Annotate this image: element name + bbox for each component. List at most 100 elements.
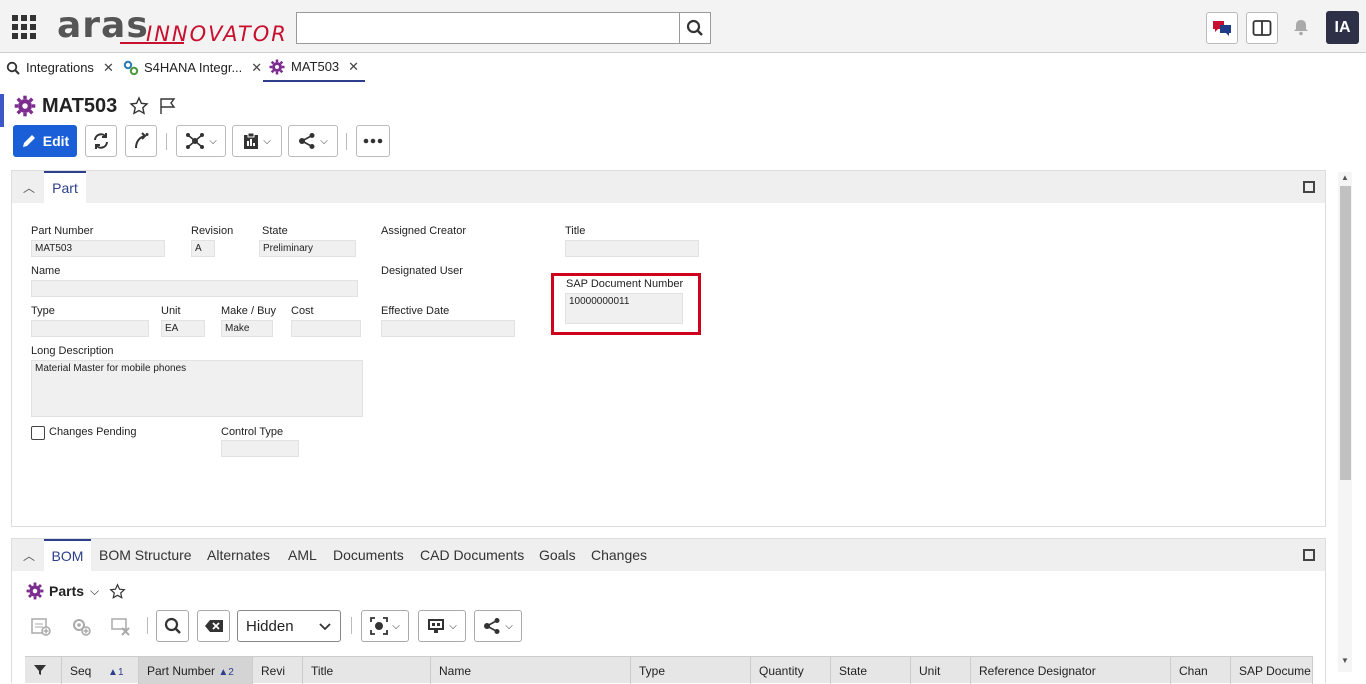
gear-icon bbox=[269, 59, 285, 74]
control-type-field[interactable] bbox=[221, 440, 299, 457]
search-mode-value: Hidden bbox=[246, 617, 294, 635]
column-unit[interactable]: Unit bbox=[911, 657, 971, 684]
control-type-label: Control Type bbox=[221, 426, 284, 438]
search-grid-button[interactable] bbox=[156, 610, 189, 642]
scroll-down-arrow[interactable]: ▼ bbox=[1341, 656, 1349, 665]
promote-icon bbox=[135, 132, 149, 149]
collapse-icon[interactable]: ︿ bbox=[23, 547, 35, 564]
chat-button[interactable] bbox=[1206, 12, 1238, 44]
maximize-icon[interactable] bbox=[1303, 549, 1315, 561]
split-view-button[interactable] bbox=[1246, 12, 1278, 44]
app-menu-icon[interactable] bbox=[12, 15, 36, 39]
share-menu-button[interactable]: ⌵ bbox=[288, 125, 338, 157]
column-sap-document[interactable]: SAP Docume bbox=[1231, 657, 1313, 684]
type-field[interactable] bbox=[31, 320, 149, 337]
display-options-button[interactable]: ⌵ bbox=[418, 610, 466, 642]
search-icon bbox=[686, 19, 703, 36]
more-actions-button[interactable] bbox=[356, 125, 390, 157]
tab-aml[interactable]: AML bbox=[288, 539, 317, 571]
tab-label: Integrations bbox=[26, 60, 94, 75]
tab-changes[interactable]: Changes bbox=[591, 539, 647, 571]
column-part-number[interactable]: Part Number ▲2 bbox=[139, 657, 253, 684]
tab-alternates[interactable]: Alternates bbox=[207, 539, 270, 571]
clipboard-icon bbox=[244, 132, 259, 149]
maximize-icon[interactable] bbox=[1303, 181, 1315, 193]
column-state[interactable]: State bbox=[831, 657, 911, 684]
tab-label: MAT503 bbox=[291, 59, 340, 74]
changes-pending-checkbox[interactable] bbox=[31, 426, 45, 440]
cost-label: Cost bbox=[291, 305, 314, 317]
column-name[interactable]: Name bbox=[431, 657, 631, 684]
tab-part[interactable]: Part bbox=[44, 171, 86, 203]
tab-bom[interactable]: BOM bbox=[44, 539, 91, 571]
column-reference-designator[interactable]: Reference Designator bbox=[971, 657, 1171, 684]
lifecycle-button[interactable] bbox=[125, 125, 157, 157]
search-button[interactable] bbox=[679, 12, 711, 44]
clear-search-button[interactable] bbox=[197, 610, 230, 642]
search-mode-select[interactable]: Hidden bbox=[237, 610, 341, 642]
gear-icon bbox=[14, 95, 36, 117]
chevron-down-icon bbox=[319, 623, 331, 631]
edit-button[interactable]: Edit bbox=[13, 125, 77, 157]
scroll-up-arrow[interactable]: ▲ bbox=[1341, 173, 1349, 182]
part-number-field[interactable]: MAT503 bbox=[31, 240, 165, 257]
revision-field[interactable]: A bbox=[191, 240, 215, 257]
remove-row-icon bbox=[111, 618, 130, 636]
unit-field[interactable]: EA bbox=[161, 320, 205, 337]
column-changes[interactable]: Chan bbox=[1171, 657, 1231, 684]
tab-cad-documents[interactable]: CAD Documents bbox=[420, 539, 524, 571]
share-icon bbox=[299, 133, 315, 149]
page-title: MAT503 bbox=[42, 94, 118, 117]
item-type-selector[interactable]: Parts ⌵ bbox=[26, 582, 126, 600]
flag-icon[interactable] bbox=[159, 97, 177, 115]
cost-field[interactable] bbox=[291, 320, 361, 337]
tab-integrations[interactable]: Integrations ✕ bbox=[6, 53, 114, 82]
column-title[interactable]: Title bbox=[303, 657, 431, 684]
tab-mat503[interactable]: MAT503 ✕ bbox=[263, 53, 366, 82]
tab-strip: Integrations ✕ S4HANA Integr... ✕ MAT503… bbox=[0, 53, 1366, 82]
view-options-button[interactable]: ⌵ bbox=[361, 610, 409, 642]
column-quantity[interactable]: Quantity bbox=[751, 657, 831, 684]
close-icon[interactable]: ✕ bbox=[103, 60, 114, 76]
column-type[interactable]: Type bbox=[631, 657, 751, 684]
collapse-icon[interactable]: ︿ bbox=[23, 179, 35, 196]
chevron-down-icon: ⌵ bbox=[449, 620, 457, 632]
remove-row-button[interactable] bbox=[108, 610, 134, 642]
global-search-input[interactable] bbox=[296, 12, 680, 44]
grid-share-button[interactable]: ⌵ bbox=[474, 610, 522, 642]
column-revision[interactable]: Revi bbox=[253, 657, 303, 684]
column-seq[interactable]: Seq ▲1 bbox=[62, 657, 139, 684]
add-part-button[interactable] bbox=[68, 610, 94, 642]
notification-bell-icon[interactable] bbox=[1292, 18, 1310, 41]
make-buy-field[interactable]: Make bbox=[221, 320, 273, 337]
star-icon[interactable] bbox=[109, 582, 126, 600]
new-row-icon bbox=[31, 618, 51, 636]
star-icon[interactable] bbox=[129, 96, 149, 116]
add-gear-icon bbox=[73, 619, 91, 636]
column-filter[interactable] bbox=[25, 657, 62, 684]
close-icon[interactable]: ✕ bbox=[348, 59, 359, 75]
tab-bom-structure[interactable]: BOM Structure bbox=[99, 539, 192, 571]
designated-user-label: Designated User bbox=[381, 265, 463, 277]
tab-goals[interactable]: Goals bbox=[539, 539, 576, 571]
state-field[interactable]: Preliminary bbox=[259, 240, 356, 257]
tab-s4hana[interactable]: S4HANA Integr... ✕ bbox=[123, 53, 262, 82]
scrollbar-thumb[interactable] bbox=[1340, 186, 1351, 480]
effective-date-field[interactable] bbox=[381, 320, 515, 337]
tab-documents[interactable]: Documents bbox=[333, 539, 404, 571]
new-row-button[interactable] bbox=[28, 610, 54, 642]
long-description-field[interactable]: Material Master for mobile phones bbox=[31, 360, 363, 417]
refresh-button[interactable] bbox=[85, 125, 117, 157]
structure-menu-button[interactable]: ⌵ bbox=[176, 125, 226, 157]
user-avatar[interactable]: IA bbox=[1326, 11, 1359, 44]
revision-label: Revision bbox=[191, 225, 234, 237]
title-field[interactable] bbox=[565, 240, 699, 257]
unit-label: Unit bbox=[161, 305, 181, 317]
long-description-label: Long Description bbox=[31, 345, 114, 357]
chevron-down-icon: ⌵ bbox=[320, 135, 328, 147]
reports-menu-button[interactable]: ⌵ bbox=[232, 125, 282, 157]
name-field[interactable] bbox=[31, 280, 358, 297]
close-icon[interactable]: ✕ bbox=[251, 60, 262, 76]
highlight-box bbox=[551, 273, 701, 335]
type-label: Type bbox=[31, 305, 55, 317]
